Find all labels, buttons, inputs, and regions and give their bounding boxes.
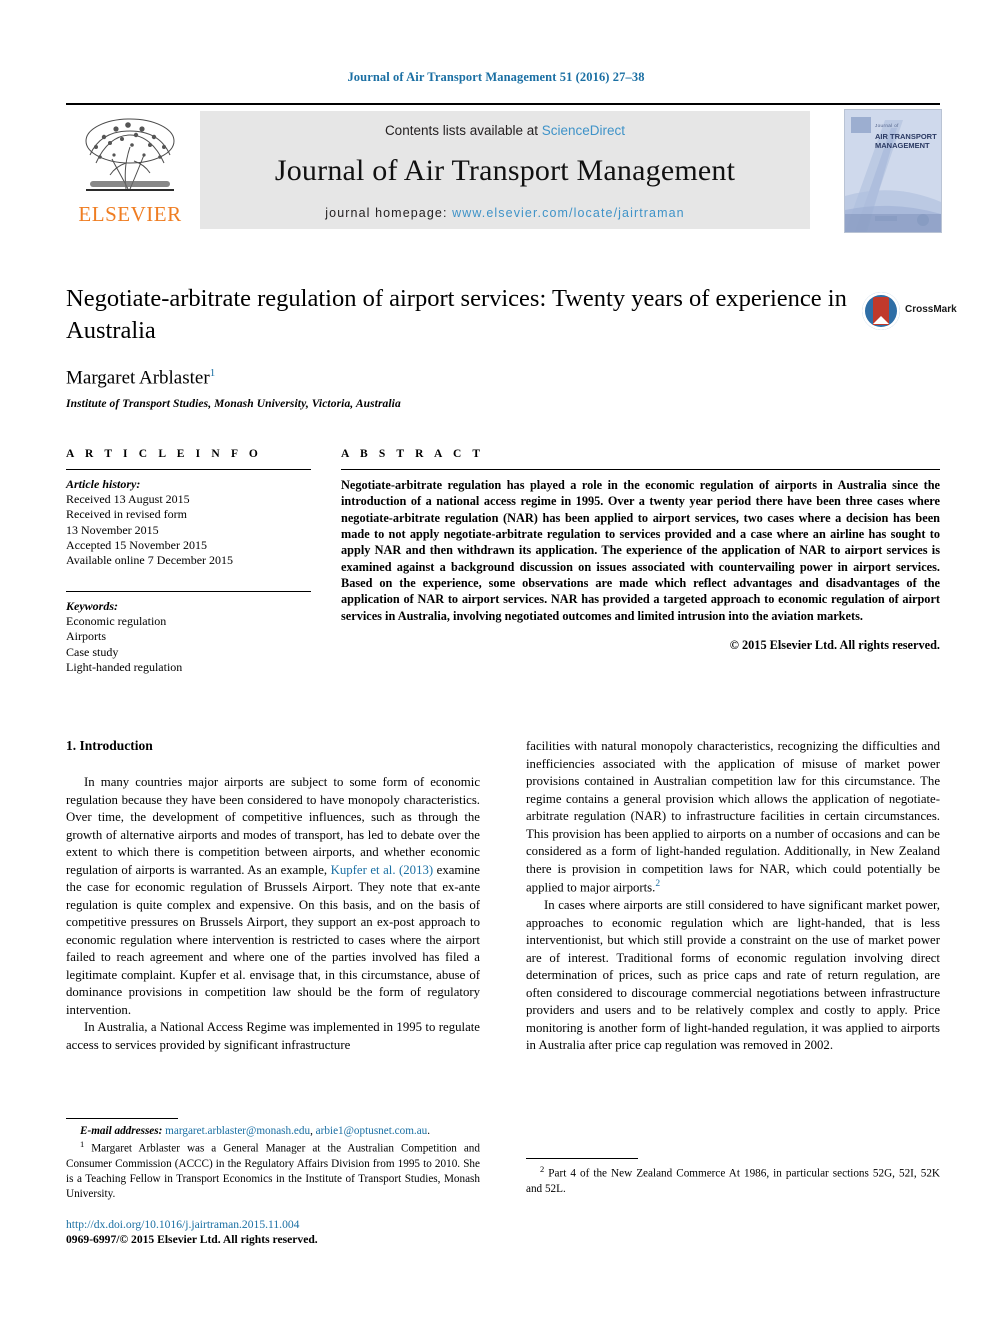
cover-footer-band <box>845 214 941 232</box>
page-title: Negotiate-arbitrate regulation of airpor… <box>66 285 847 344</box>
footnote-1-text: Margaret Arblaster was a General Manager… <box>66 1142 480 1200</box>
paragraph-text-part: examine the case for economic regulation… <box>66 862 480 1017</box>
email-label: E-mail addresses: <box>80 1125 163 1137</box>
body-column-right: facilities with natural monopoly charact… <box>526 738 940 1055</box>
footnote-rule <box>526 1158 638 1159</box>
doi-link[interactable]: http://dx.doi.org/10.1016/j.jairtraman.2… <box>66 1218 496 1231</box>
footnote-block-right: 2 Part 4 of the New Zealand Commerce At … <box>526 1158 940 1197</box>
keyword-item: Economic regulation <box>66 613 167 628</box>
keywords-label: Keywords: <box>66 598 118 613</box>
elsevier-logo: ELSEVIER <box>66 111 194 229</box>
keyword-item: Case study <box>66 644 119 659</box>
body-paragraph: In Australia, a National Access Regime w… <box>66 1020 480 1052</box>
contents-available-line: Contents lists available at ScienceDirec… <box>200 123 810 138</box>
email-link-primary[interactable]: margaret.arblaster@monash.edu <box>165 1125 310 1137</box>
author-line: Margaret Arblaster1 <box>66 367 856 389</box>
article-history-item: Accepted 15 November 2015 <box>66 538 207 553</box>
keyword-item: Light-handed regulation <box>66 659 183 674</box>
footnote-rule <box>66 1118 178 1119</box>
abstract-column: A B S T R A C T Negotiate-arbitrate regu… <box>341 448 940 653</box>
crossmark-icon <box>862 292 900 330</box>
footnote-2-marker: 2 <box>540 1164 545 1174</box>
footnote-2: 2 Part 4 of the New Zealand Commerce At … <box>526 1164 940 1197</box>
article-history-item: Received in revised form <box>66 507 187 522</box>
keywords-rule <box>66 590 311 592</box>
footnote-marker-2[interactable]: 2 <box>655 879 660 889</box>
elsevier-wordmark: ELSEVIER <box>78 202 182 226</box>
keywords-block: Keywords: Economic regulation Airports C… <box>66 590 311 675</box>
article-history-item: Available online 7 December 2015 <box>66 553 234 568</box>
abstract-rule <box>341 469 940 470</box>
article-info-column: A R T I C L E I N F O Article history: R… <box>66 448 311 675</box>
homepage-prefix: journal homepage: <box>325 206 453 220</box>
paragraph-text-part: In many countries major airports are sub… <box>66 775 480 877</box>
author-name: Margaret Arblaster <box>66 367 210 389</box>
sciencedirect-link[interactable]: ScienceDirect <box>542 123 625 138</box>
footnote-1-marker: 1 <box>80 1139 85 1149</box>
body-paragraph: facilities with natural monopoly charact… <box>526 738 940 897</box>
masthead-band: Contents lists available at ScienceDirec… <box>200 111 810 229</box>
email-period: . <box>427 1125 431 1137</box>
crossmark-label: CrossMark <box>905 304 957 315</box>
journal-homepage-line: journal homepage: www.elsevier.com/locat… <box>200 206 810 220</box>
issn-copyright-line: 0969-6997/© 2015 Elsevier Ltd. All right… <box>66 1233 318 1246</box>
abstract-heading: A B S T R A C T <box>341 448 485 460</box>
article-info-heading: A R T I C L E I N F O <box>66 448 262 460</box>
footnote-1: 1 Margaret Arblaster was a General Manag… <box>66 1139 480 1202</box>
email-footnote: E-mail addresses: margaret.arblaster@mon… <box>66 1124 480 1139</box>
title-block: Negotiate-arbitrate regulation of airpor… <box>66 283 856 410</box>
email-link-secondary[interactable]: arbie1@optusnet.com.au <box>316 1125 428 1137</box>
paper-page: Journal of Air Transport Management 51 (… <box>0 0 992 1323</box>
author-footnote-marker[interactable]: 1 <box>210 367 216 379</box>
abstract-text: Negotiate-arbitrate regulation has playe… <box>341 478 940 623</box>
cover-title: AIR TRANSPORT MANAGEMENT <box>875 132 937 151</box>
author-affiliation: Institute of Transport Studies, Monash U… <box>66 398 401 411</box>
article-history-label: Article history: <box>66 477 141 491</box>
journal-title: Journal of Air Transport Management <box>274 154 736 187</box>
article-history-item: 13 November 2015 <box>66 522 159 537</box>
cover-publisher-mark <box>851 117 871 133</box>
section-heading-introduction: 1. Introduction <box>66 738 153 753</box>
citation-link-kupfer[interactable]: Kupfer et al. (2013) <box>331 863 434 877</box>
journal-cover-thumbnail: Journal of AIR TRANSPORT MANAGEMENT <box>844 109 942 233</box>
article-history-item: Received 13 August 2015 <box>66 492 190 506</box>
abstract-copyright: © 2015 Elsevier Ltd. All rights reserved… <box>729 638 940 653</box>
homepage-url-link[interactable]: www.elsevier.com/locate/jairtraman <box>452 206 685 220</box>
cover-kicker: Journal of <box>875 123 899 128</box>
footnote-block-left: E-mail addresses: margaret.arblaster@mon… <box>66 1118 480 1202</box>
journal-masthead: ELSEVIER Contents lists available at Sci… <box>66 103 942 233</box>
paragraph-text-part: facilities with natural monopoly charact… <box>526 739 940 895</box>
crossmark-notch-shape <box>873 316 889 324</box>
body-paragraph: In many countries major airports are sub… <box>66 774 480 1019</box>
body-column-left: 1. Introduction In many countries major … <box>66 738 480 1055</box>
running-head: Journal of Air Transport Management 51 (… <box>347 70 645 84</box>
footnote-2-text: Part 4 of the New Zealand Commerce At 19… <box>526 1167 940 1195</box>
article-info-rule <box>66 469 311 470</box>
keyword-item: Airports <box>66 629 106 644</box>
body-paragraph: In cases where airports are still consid… <box>526 898 940 1053</box>
crossmark-badge[interactable]: CrossMark <box>862 292 957 336</box>
contents-prefix: Contents lists available at <box>384 123 542 138</box>
footer-block: http://dx.doi.org/10.1016/j.jairtraman.2… <box>66 1218 496 1246</box>
